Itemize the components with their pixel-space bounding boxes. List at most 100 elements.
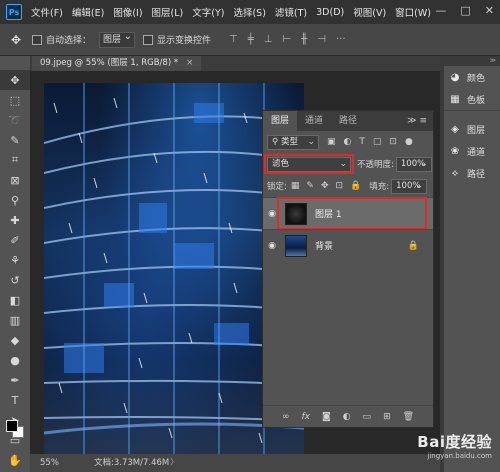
frame-tool-icon[interactable]: ⊠ — [0, 170, 30, 190]
menu-image[interactable]: 图像(I) — [113, 5, 142, 19]
dock-item-label: 路径 — [467, 169, 486, 180]
chevron-down-icon: ⌄ — [415, 180, 424, 191]
layer-style-icon[interactable]: fx — [301, 412, 310, 422]
dodge-tool-icon[interactable]: ● — [0, 350, 30, 370]
align-center-icon[interactable]: ╫ — [301, 34, 307, 45]
crop-tool-icon[interactable]: ⌗ — [0, 150, 30, 170]
pen-tool-icon[interactable]: ✒ — [0, 370, 30, 390]
move-tool-icon[interactable]: ✥ — [8, 32, 24, 48]
lock-transparency-icon[interactable]: ▦ — [291, 181, 300, 191]
layers-icon: ◈ — [451, 123, 459, 135]
auto-select-dropdown[interactable]: 图层 — [99, 30, 136, 48]
menu-file[interactable]: 文件(F) — [31, 5, 63, 19]
shape-filter-icon[interactable]: ▢ — [373, 137, 382, 147]
gradient-tool-icon[interactable]: ▥ — [0, 310, 30, 330]
tools-panel: ✥ ⬚ ➰ ✎ ⌗ ⊠ ⚲ ✚ ✐ ⚘ ↺ ◧ ▥ ◆ ● ✒ T ➤ ▭ ✋ … — [0, 70, 30, 467]
pixel-filter-icon[interactable]: ▣ — [327, 137, 336, 147]
eyedropper-tool-icon[interactable]: ⚲ — [0, 190, 30, 210]
blend-row: 滤色 ⌄ 不透明度: 100% ⌄ — [263, 153, 433, 175]
dock-item-layers[interactable]: ◈ 图层 — [444, 118, 500, 140]
lock-position-icon[interactable]: ✥ — [321, 181, 329, 191]
new-group-icon[interactable]: ▭ — [363, 412, 372, 422]
healing-brush-tool-icon[interactable]: ✚ — [0, 210, 30, 230]
menu-select[interactable]: 选择(S) — [233, 5, 265, 19]
new-layer-icon[interactable]: ⊞ — [383, 412, 391, 422]
lasso-tool-icon[interactable]: ➰ — [0, 110, 30, 130]
maximize-button[interactable]: □ — [460, 4, 470, 17]
window-controls: — □ ✕ — [435, 4, 494, 17]
zoom-level[interactable]: 55% — [40, 454, 59, 472]
tab-paths[interactable]: 路径 — [331, 111, 365, 131]
opacity-field[interactable]: 100% ⌄ — [395, 156, 432, 172]
layer-row[interactable]: ◉ 图层 1 — [263, 197, 433, 230]
history-brush-tool-icon[interactable]: ↺ — [0, 270, 30, 290]
link-layers-icon[interactable]: ∞ — [282, 412, 290, 422]
menu-filter[interactable]: 滤镜(T) — [275, 5, 307, 19]
menu-window[interactable]: 窗口(W) — [395, 5, 431, 19]
dock-item-label: 通道 — [467, 147, 486, 158]
eraser-tool-icon[interactable]: ◧ — [0, 290, 30, 310]
layer-name[interactable]: 背景 — [315, 239, 333, 252]
close-button[interactable]: ✕ — [485, 4, 494, 17]
dock-item-label: 图层 — [467, 125, 486, 136]
hand-tool-icon[interactable]: ✋ — [0, 450, 30, 470]
add-mask-icon[interactable]: ◙ — [322, 412, 331, 422]
swatches-icon: ▦ — [450, 93, 460, 105]
minimize-button[interactable]: — — [435, 4, 446, 17]
show-transform-checkbox[interactable] — [143, 34, 154, 45]
paths-icon: ⟡ — [451, 167, 459, 179]
dock-item-channels[interactable]: ❀ 通道 — [444, 140, 500, 162]
tab-channels[interactable]: 通道 — [297, 111, 331, 131]
menu-view[interactable]: 视图(V) — [353, 5, 386, 19]
blur-tool-icon[interactable]: ◆ — [0, 330, 30, 350]
lock-artboard-icon[interactable]: ⊡ — [335, 181, 343, 191]
move-tool-icon[interactable]: ✥ — [0, 70, 30, 90]
lock-pixels-icon[interactable]: ✎ — [306, 181, 314, 191]
options-bar: ✥ 自动选择： 图层 显示变换控件 ⊤ ╪ ⊥ ⊢ ╫ ⊣ ··· — [0, 24, 500, 56]
align-middle-icon[interactable]: ╪ — [248, 34, 254, 45]
type-tool-icon[interactable]: T — [0, 390, 30, 410]
align-left-icon[interactable]: ⊢ — [283, 34, 292, 45]
layer-filter-dropdown[interactable]: ⚲ 类型 ⌄ — [267, 134, 319, 150]
align-top-icon[interactable]: ⊤ — [229, 34, 238, 45]
clone-stamp-tool-icon[interactable]: ⚘ — [0, 250, 30, 270]
align-bottom-icon[interactable]: ⊥ — [264, 34, 273, 45]
menu-edit[interactable]: 编辑(E) — [72, 5, 104, 19]
delete-layer-icon[interactable]: 🗑 — [403, 412, 414, 422]
panel-menu-icon[interactable]: ≫ ≡ — [407, 111, 427, 131]
layer-row[interactable]: ◉ 背景 🔒 — [263, 229, 433, 261]
quick-select-tool-icon[interactable]: ✎ — [0, 130, 30, 150]
visibility-eye-icon[interactable]: ◉ — [263, 241, 281, 251]
document-tab[interactable]: 09.jpeg @ 55% (图层 1, RGB/8) * × — [32, 56, 202, 71]
type-filter-icon[interactable]: T — [359, 137, 365, 147]
close-tab-icon[interactable]: × — [186, 58, 193, 68]
menu-type[interactable]: 文字(Y) — [192, 5, 224, 19]
layer-filter-row: ⚲ 类型 ⌄ ▣ ◐ T ▢ ⊡ ● — [263, 131, 433, 153]
marquee-tool-icon[interactable]: ⬚ — [0, 90, 30, 110]
auto-select-checkbox[interactable] — [32, 34, 42, 45]
document-size: 文档:3.73M/7.46M — [94, 458, 170, 468]
brush-tool-icon[interactable]: ✐ — [0, 230, 30, 250]
dock-item-swatches[interactable]: ▦ 色板 — [444, 88, 500, 110]
foreground-color-swatch[interactable] — [6, 420, 18, 432]
dock-item-color[interactable]: ◕ 颜色 — [444, 66, 500, 88]
tab-layers[interactable]: 图层 — [263, 111, 298, 131]
more-options-icon[interactable]: ··· — [336, 34, 346, 45]
dock-collapse-icon[interactable]: ≫ — [444, 56, 500, 66]
smart-object-filter-icon[interactable]: ⊡ — [389, 137, 397, 147]
align-right-icon[interactable]: ⊣ — [317, 34, 326, 45]
adjustment-layer-icon[interactable]: ◐ — [343, 412, 351, 422]
lock-all-icon[interactable]: 🔒 — [350, 181, 361, 191]
adjustment-filter-icon[interactable]: ◐ — [344, 137, 352, 147]
menu-bar: Ps 文件(F) 编辑(E) 图像(I) 图层(L) 文字(Y) 选择(S) 滤… — [0, 0, 500, 24]
align-icons: ⊤ ╪ ⊥ ⊢ ╫ ⊣ ··· — [229, 34, 345, 45]
lock-icon: 🔒 — [407, 240, 419, 251]
fill-field[interactable]: 100% ⌄ — [391, 178, 428, 194]
status-menu-arrow-icon[interactable]: 〉 — [170, 454, 179, 472]
menu-layer[interactable]: 图层(L) — [152, 5, 184, 19]
dock-item-paths[interactable]: ⟡ 路径 — [444, 162, 500, 184]
filter-icons: ▣ ◐ T ▢ ⊡ ● — [327, 137, 413, 147]
dock-item-label: 颜色 — [467, 73, 486, 84]
menu-3d[interactable]: 3D(D) — [316, 7, 344, 18]
filter-toggle-icon[interactable]: ● — [405, 137, 413, 147]
